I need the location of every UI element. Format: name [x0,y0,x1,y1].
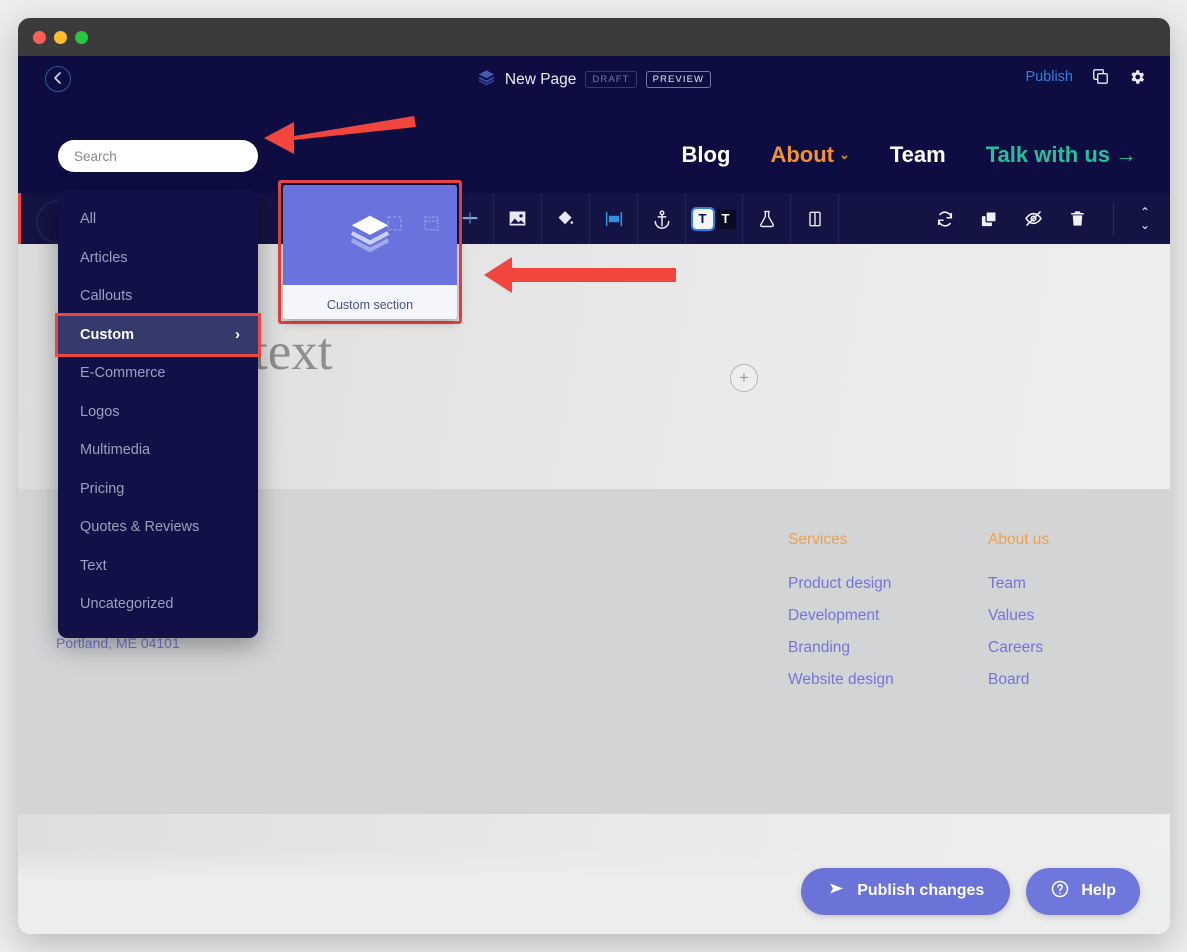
duplicate-icon[interactable] [979,209,999,229]
category-item-callouts-label: Callouts [80,288,133,305]
search-input[interactable] [74,148,242,164]
anchor-icon[interactable] [638,193,686,244]
nav-link-about-label: About [770,141,834,167]
layout-icon[interactable] [590,193,638,244]
category-item-multimedia[interactable]: Multimedia [58,431,258,470]
header-actions: Publish [1025,67,1146,86]
header-center: New Page DRAFT PREVIEW [18,68,1170,91]
search-box[interactable] [58,140,258,172]
app-header: New Page DRAFT PREVIEW Publish [18,56,1170,116]
send-icon [827,880,846,902]
category-item-logos-label: Logos [80,403,120,420]
bottom-action-bar: Publish changes Help [18,848,1170,934]
nav-link-about[interactable]: About ⌄ [770,142,849,168]
nav-link-team[interactable]: Team [890,142,946,168]
category-item-custom[interactable]: Custom › [55,312,261,357]
app-window: New Page DRAFT PREVIEW Publish Blog Abou… [18,18,1170,934]
toolbar-right-group: ⌃ ⌄ [935,193,1150,244]
paint-bucket-icon[interactable] [542,193,590,244]
category-dropdown-menu: All Articles Callouts Custom › E-Commerc… [55,190,261,638]
category-item-all[interactable]: All [58,200,258,239]
category-item-all-label: All [80,211,97,228]
section-card[interactable]: Custom section [283,185,457,319]
layers-icon [477,68,496,91]
minimize-window-button[interactable] [54,30,67,44]
category-item-articles[interactable]: Articles [58,239,258,278]
category-item-articles-label: Articles [80,249,128,266]
publish-changes-button[interactable]: Publish changes [801,867,1011,915]
footer-link-website-design[interactable]: Website design [788,671,894,689]
add-section-button[interactable]: + [730,364,758,392]
footer-column-services: Services Product design Development Bran… [788,531,894,703]
footer-link-values[interactable]: Values [988,607,1049,625]
footer-link-development[interactable]: Development [788,607,894,625]
footer-link-product-design[interactable]: Product design [788,575,894,593]
question-circle-icon [1050,879,1070,904]
section-card-label: Custom section [283,285,457,319]
category-item-callouts[interactable]: Callouts [58,277,258,316]
nav-cta-label: Talk with us [985,141,1110,167]
toolbar-left-group: T T [446,193,839,244]
publish-changes-label: Publish changes [857,882,985,899]
image-icon[interactable] [494,193,542,244]
copy-icon[interactable] [1091,67,1110,86]
category-item-custom-label: Custom [80,326,134,343]
category-item-quotes-reviews-label: Quotes & Reviews [80,519,200,536]
footer-column-about-us: About us Team Values Careers Board [988,531,1049,703]
gear-icon[interactable] [1128,68,1146,86]
flask-icon[interactable] [743,193,791,244]
status-badge-preview[interactable]: PREVIEW [645,70,712,89]
nav-link-blog[interactable]: Blog [682,142,731,168]
move-up-icon[interactable]: ⌃ [1140,206,1150,218]
footer-link-board[interactable]: Board [988,671,1049,689]
selection-marquee-icon [386,215,403,237]
zoom-window-button[interactable] [75,30,88,44]
nav-cta-talk-with-us[interactable]: Talk with us → [986,142,1137,168]
arrow-right-icon: → [1115,141,1137,167]
footer-link-branding[interactable]: Branding [788,639,894,657]
category-item-multimedia-label: Multimedia [80,442,151,459]
section-card-thumbnail [283,185,457,285]
hide-icon[interactable] [1023,208,1044,229]
category-item-e-commerce-label: E-Commerce [80,365,166,382]
category-item-pricing[interactable]: Pricing [58,470,258,509]
text-badge-primary[interactable]: T [690,206,715,231]
category-item-pricing-label: Pricing [80,480,125,497]
category-item-quotes-reviews[interactable]: Quotes & Reviews [58,508,258,547]
refresh-icon[interactable] [935,209,955,229]
footer-heading-about-us: About us [988,531,1050,548]
columns-icon[interactable] [791,193,839,244]
crop-icon [423,215,440,237]
status-badge-draft: DRAFT [585,70,637,89]
category-item-uncategorized[interactable]: Uncategorized [58,585,258,624]
text-style-icon[interactable]: T T [686,193,743,244]
toolbar-divider [1112,201,1114,236]
footer-heading-services: Services [788,531,848,548]
category-item-uncategorized-label: Uncategorized [80,596,174,613]
close-window-button[interactable] [33,30,46,44]
section-card-highlight: Custom section [278,180,462,324]
move-down-icon[interactable]: ⌄ [1140,219,1150,231]
help-label: Help [1081,882,1116,899]
category-item-text-label: Text [80,557,107,574]
help-button[interactable]: Help [1026,867,1140,915]
footer-link-team[interactable]: Team [988,575,1049,593]
text-badge-secondary[interactable]: T [715,208,736,229]
window-titlebar [18,18,1170,56]
category-item-text[interactable]: Text [58,547,258,586]
publish-link[interactable]: Publish [1025,69,1073,85]
category-item-logos[interactable]: Logos [58,393,258,432]
move-section-controls[interactable]: ⌃ ⌄ [1140,206,1150,231]
category-item-e-commerce[interactable]: E-Commerce [58,354,258,393]
chevron-down-icon: ⌄ [838,146,850,162]
hero-text[interactable]: text [253,322,332,382]
delete-icon[interactable] [1068,209,1087,228]
chevron-right-icon: › [235,326,240,344]
footer-link-careers[interactable]: Careers [988,639,1049,657]
page-title: New Page [504,70,577,88]
